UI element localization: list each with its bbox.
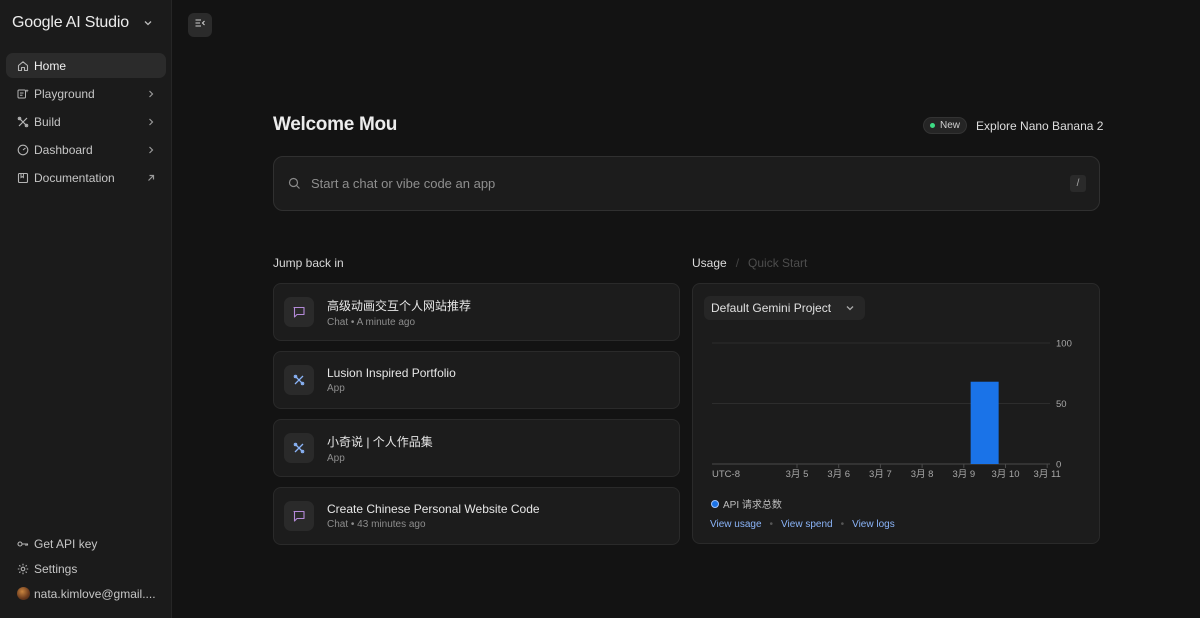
usage-links: View usage • View spend • View logs (710, 519, 895, 530)
sidebar-nav: Home Playground Build Dashboard Document… (6, 53, 166, 193)
view-usage-link[interactable]: View usage (710, 519, 762, 530)
x-axis-prefix-label: UTC-8 (712, 469, 740, 480)
explore-label: Explore Nano Banana 2 (976, 118, 1104, 133)
app-icon (284, 365, 314, 395)
usage-chart: 100500UTC-8 3月 5 3月 6 3月 7 3月 8 3月 9 3月 10 3月 1… (712, 339, 1072, 480)
home-icon (17, 60, 29, 72)
view-logs-link[interactable]: View logs (852, 519, 895, 530)
list-item-title: 高级动画交互个人网站推荐 (327, 298, 472, 313)
main-content: Welcome Mou New Explore Nano Banana 2 / … (172, 0, 1200, 618)
list-item-text: Create Chinese Personal Website Code Cha… (327, 502, 540, 530)
settings-label: Settings (34, 561, 78, 576)
sidebar-item-label: Dashboard (34, 142, 93, 157)
list-item-subtitle: Chat • A minute ago (327, 316, 416, 328)
list-item-title: Lusion Inspired Portfolio (327, 366, 456, 380)
account-menu[interactable]: nata.kimlove@gmail.... (6, 581, 166, 606)
view-spend-link[interactable]: View spend (781, 519, 833, 530)
chart-bar (970, 381, 999, 464)
collapse-sidebar-icon (194, 16, 206, 34)
brand-switcher[interactable]: Google AI Studio (12, 14, 153, 32)
x-tick-label: 3月 5 (786, 469, 809, 480)
list-item-subtitle: Chat • 43 minutes ago (327, 519, 426, 530)
sidebar-item-label: Playground (34, 86, 95, 101)
status-dot (930, 123, 935, 128)
x-tick-label: 3月 7 (869, 469, 892, 480)
shortcut-hint: / (1070, 175, 1086, 192)
gear-icon (17, 563, 29, 575)
new-badge: New (923, 117, 968, 134)
chat-icon (284, 501, 314, 531)
chevron-down-icon (143, 18, 153, 28)
list-item[interactable]: 高级动画交互个人网站推荐 Chat • A minute ago (273, 283, 680, 341)
search-icon (288, 177, 301, 190)
x-tick-label: 3月 10 (992, 469, 1020, 480)
list-item[interactable]: Create Chinese Personal Website Code Cha… (273, 487, 680, 545)
list-item-subtitle: App (327, 383, 345, 394)
brand-title: Google AI Studio (12, 14, 129, 31)
prompt-search-box[interactable]: / (273, 156, 1100, 211)
chart-legend: API 请求总数 (711, 496, 782, 511)
sidebar-item-home[interactable]: Home (6, 53, 166, 78)
chevron-right-icon (146, 145, 156, 155)
tab-usage[interactable]: Usage (692, 256, 727, 270)
get-api-key-link[interactable]: Get API key (6, 531, 166, 556)
x-tick-label: 3月 11 (1034, 469, 1061, 480)
app-root: Google AI Studio Home Playground Build D… (0, 0, 1200, 618)
search-input[interactable] (311, 176, 1070, 191)
list-item-text: 小奇说 | 个人作品集 App (327, 433, 433, 464)
sidebar-item-label: Build (34, 114, 61, 129)
sidebar-item-build[interactable]: Build (6, 109, 166, 134)
settings-link[interactable]: Settings (6, 556, 166, 581)
legend-label: API 请求总数 (723, 500, 782, 511)
collapse-sidebar-button[interactable] (188, 13, 212, 37)
sidebar-item-dashboard[interactable]: Dashboard (6, 137, 166, 162)
get-api-key-label: Get API key (34, 536, 98, 551)
recent-list: 高级动画交互个人网站推荐 Chat • A minute ago Lusion … (273, 283, 680, 555)
app-icon (284, 433, 314, 463)
page-title: Welcome Mou (273, 114, 398, 135)
new-badge-label: New (940, 120, 961, 131)
y-tick-label: 100 (1056, 339, 1072, 350)
sidebar-item-label: Home (34, 58, 67, 73)
build-icon (17, 116, 29, 128)
account-email: nata.kimlove@gmail.... (34, 586, 156, 601)
list-item-title: Create Chinese Personal Website Code (327, 502, 540, 516)
key-icon (17, 538, 29, 550)
list-item-title: 小奇说 | 个人作品集 (327, 434, 433, 449)
jump-back-title: Jump back in (273, 256, 344, 270)
sidebar-item-label: Documentation (34, 170, 115, 185)
x-tick-label: 3月 6 (827, 469, 850, 480)
list-item-subtitle: App (327, 452, 345, 464)
link-separator: • (840, 519, 845, 530)
x-tick-label: 3月 9 (952, 469, 975, 480)
list-item[interactable]: 小奇说 | 个人作品集 App (273, 419, 680, 477)
chevron-right-icon (146, 89, 156, 99)
list-item-text: Lusion Inspired Portfolio App (327, 366, 456, 394)
sidebar-item-documentation[interactable]: Documentation (6, 165, 166, 190)
sidebar-bottom: Get API key Settings nata.kimlove@gmail.… (6, 531, 166, 606)
list-item-text: 高级动画交互个人网站推荐 Chat • A minute ago (327, 297, 471, 328)
explore-banner[interactable]: New Explore Nano Banana 2 (923, 117, 1103, 134)
x-tick-label: 3月 8 (911, 469, 934, 480)
documentation-icon (17, 172, 29, 184)
list-item[interactable]: Lusion Inspired Portfolio App (273, 351, 680, 409)
sidebar-item-playground[interactable]: Playground (6, 81, 166, 106)
avatar (17, 587, 30, 600)
tab-quick-start[interactable]: Quick Start (748, 256, 807, 270)
usage-card: Default Gemini Project 100 50 0 UTC-8 3月 5 3月… (692, 283, 1100, 544)
dashboard-icon (17, 144, 29, 156)
chevron-right-icon (146, 117, 156, 127)
y-tick-label: 50 (1056, 399, 1067, 410)
chat-icon (284, 297, 314, 327)
usage-tabs: Usage / Quick Start (692, 256, 807, 270)
playground-icon (17, 88, 29, 100)
sidebar: Google AI Studio Home Playground Build D… (0, 0, 172, 618)
tab-separator: / (735, 256, 740, 270)
legend-swatch (711, 499, 719, 508)
link-separator: • (769, 519, 774, 530)
external-link-icon (146, 173, 156, 183)
